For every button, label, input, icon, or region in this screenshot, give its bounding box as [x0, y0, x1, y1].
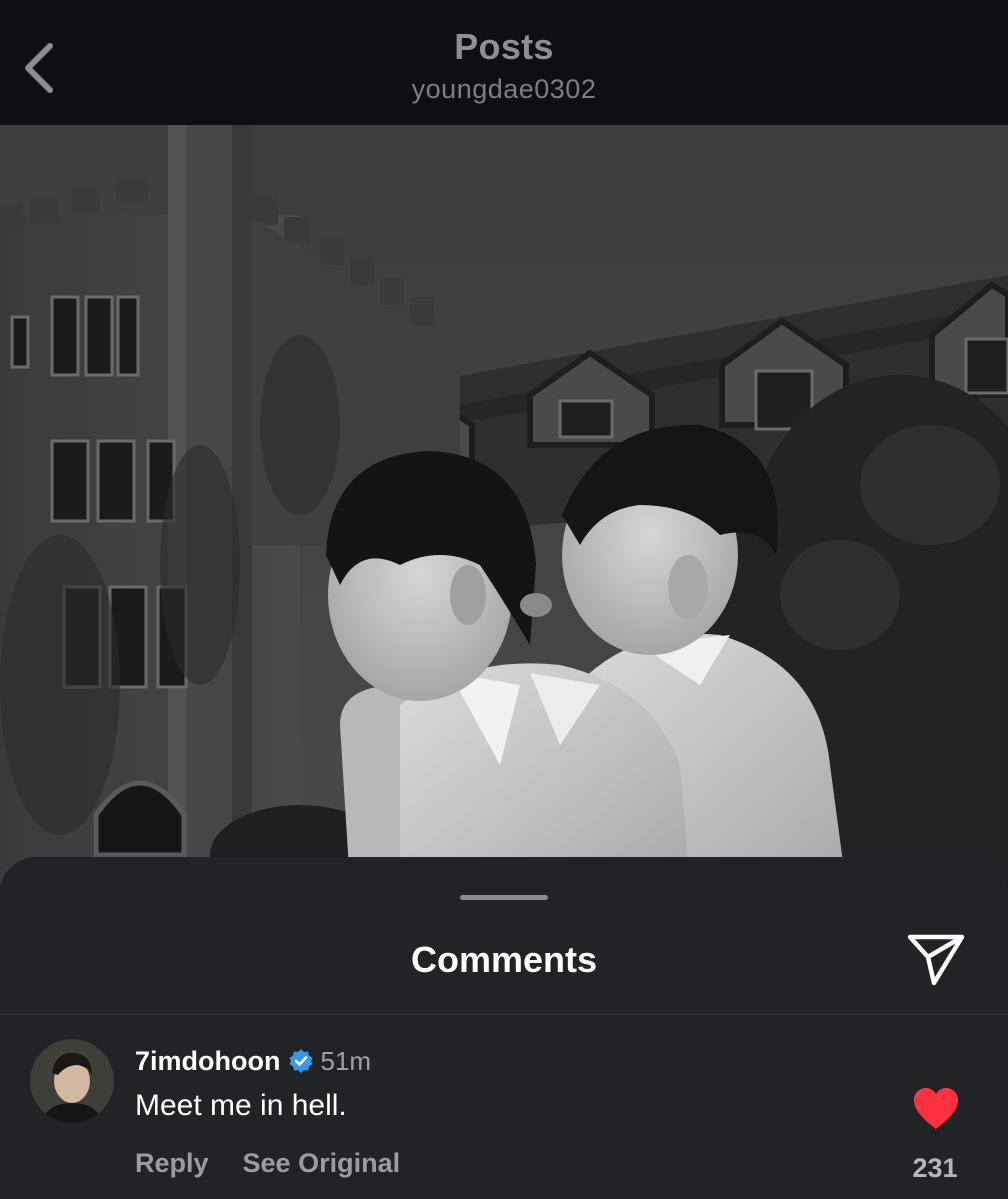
comments-title: Comments — [410, 939, 598, 980]
comment-text: Meet me in hell. — [135, 1089, 347, 1122]
paper-plane-icon — [907, 934, 965, 986]
page-title: Posts — [454, 26, 554, 67]
see-original-button[interactable]: See Original — [243, 1148, 401, 1179]
verified-badge-icon — [289, 1049, 313, 1073]
post-photo[interactable] — [0, 125, 1008, 885]
like-count: 231 — [912, 1153, 958, 1183]
comment-header: 7imdohoon 51m — [135, 1043, 371, 1079]
avatar-image — [30, 1039, 114, 1123]
comment-username[interactable]: 7imdohoon — [135, 1046, 280, 1077]
top-nav-bar: Posts youngdae0302 — [0, 0, 1008, 125]
comment-item: 7imdohoon 51m Meet me in hell. Reply See… — [0, 1015, 1008, 1199]
comment-actions: Reply See Original — [135, 1148, 400, 1179]
reply-button[interactable]: Reply — [135, 1148, 209, 1179]
comments-sheet: Comments 7imdohoon 51m Meet me in hell. … — [0, 857, 1008, 1199]
sheet-drag-handle[interactable] — [460, 895, 548, 900]
heart-icon — [914, 1088, 958, 1129]
account-username[interactable]: youngdae0302 — [0, 74, 1008, 105]
share-button[interactable] — [904, 929, 968, 989]
post-photo-image — [0, 125, 1008, 885]
avatar[interactable] — [30, 1039, 114, 1123]
comment-timestamp: 51m — [320, 1045, 372, 1076]
like-button[interactable] — [912, 1087, 960, 1131]
app-screen: Posts youngdae0302 Comments 7imdohoon 51… — [0, 0, 1008, 1199]
